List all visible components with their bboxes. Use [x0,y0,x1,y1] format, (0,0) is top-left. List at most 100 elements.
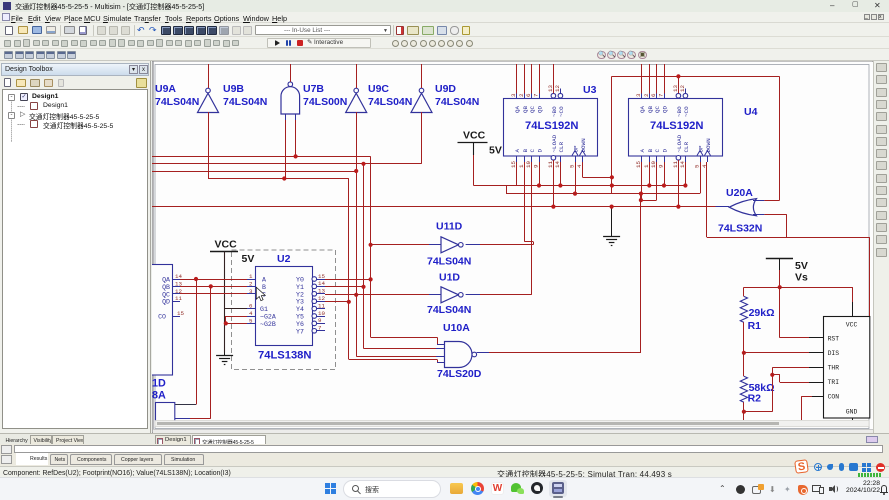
svg-text:U4: U4 [744,106,758,118]
svg-text:D: D [537,149,544,153]
svg-text:2: 2 [249,280,253,287]
svg-text:Vs: Vs [795,272,808,284]
svg-text:U9D: U9D [435,83,456,95]
svg-text:74LS04N: 74LS04N [155,96,199,108]
svg-text:2: 2 [643,93,650,97]
svg-text:9: 9 [658,164,665,168]
svg-text:1D: 1D [152,378,166,390]
svg-text:GND: GND [846,409,858,416]
svg-text:Y3: Y3 [296,299,304,306]
svg-text:A: A [514,149,521,153]
svg-text:B: B [522,149,529,153]
svg-text:QB: QB [162,284,170,291]
svg-text:13: 13 [547,85,554,92]
svg-text:DIS: DIS [828,350,840,357]
svg-text:7: 7 [658,93,665,97]
svg-text:QB: QB [647,105,654,113]
svg-text:~LOAD: ~LOAD [676,134,683,152]
svg-text:4: 4 [249,310,253,317]
svg-text:11: 11 [175,295,182,302]
svg-text:Y2: Y2 [296,291,304,298]
svg-text:12: 12 [554,85,561,92]
svg-text:QA: QA [162,277,170,284]
svg-text:CO: CO [158,314,166,321]
svg-text:74LS04N: 74LS04N [427,304,471,316]
svg-text:A: A [639,149,646,153]
svg-text:74LS20D: 74LS20D [437,368,482,380]
svg-text:11: 11 [547,161,554,168]
svg-text:4: 4 [576,164,583,168]
svg-text:U10A: U10A [443,322,470,334]
svg-text:QD: QD [162,299,170,306]
svg-text:QD: QD [537,105,544,113]
svg-text:~CO: ~CO [683,106,690,117]
svg-text:QC: QC [654,105,661,113]
svg-text:6: 6 [525,93,532,97]
svg-text:B: B [647,149,654,153]
svg-text:3: 3 [510,93,517,97]
svg-text:5: 5 [694,164,701,168]
svg-text:U7B: U7B [303,83,324,95]
svg-text:DOWN: DOWN [580,138,587,153]
svg-text:15: 15 [318,273,325,280]
svg-text:74LS04N: 74LS04N [435,96,479,108]
svg-text:6: 6 [650,93,657,97]
svg-text:7: 7 [318,325,322,332]
svg-text:Y0: Y0 [296,277,304,284]
svg-text:R1: R1 [748,320,762,332]
svg-text:QD: QD [662,105,669,113]
svg-text:~CO: ~CO [558,106,565,117]
svg-text:~BO: ~BO [676,106,683,117]
svg-text:CON: CON [828,394,840,401]
svg-text:74LS00N: 74LS00N [303,96,347,108]
svg-text:QB: QB [522,105,529,113]
svg-text:QC: QC [529,105,536,113]
svg-text:Y4: Y4 [296,306,304,313]
svg-text:14: 14 [554,161,561,168]
svg-text:12: 12 [679,85,686,92]
svg-text:74LS192N: 74LS192N [525,120,579,132]
svg-text:9: 9 [533,164,540,168]
svg-text:C: C [529,149,536,153]
svg-text:R2: R2 [748,393,762,405]
svg-text:5V: 5V [242,253,255,265]
svg-text:VCC: VCC [846,322,858,329]
svg-text:U9A: U9A [155,83,176,95]
svg-text:THR: THR [828,364,840,371]
svg-text:QA: QA [639,105,646,113]
svg-text:C: C [654,149,661,153]
svg-text:B: B [262,284,266,291]
svg-text:U11D: U11D [436,221,463,233]
svg-text:14: 14 [679,161,686,168]
svg-text:3: 3 [249,288,253,295]
svg-text:10: 10 [650,161,657,168]
svg-text:DOWN: DOWN [705,138,712,153]
svg-text:U20A: U20A [726,187,753,199]
svg-text:1: 1 [643,164,650,168]
svg-text:29kΩ: 29kΩ [749,307,775,319]
svg-text:10: 10 [318,310,325,317]
svg-text:VCC: VCC [215,239,238,251]
svg-text:1: 1 [249,273,253,280]
svg-text:5: 5 [569,164,576,168]
svg-text:D: D [662,149,669,153]
svg-text:12: 12 [318,295,325,302]
svg-text:74LS192N: 74LS192N [650,120,704,132]
svg-text:QC: QC [162,291,170,298]
svg-text:15: 15 [635,161,642,168]
svg-text:11: 11 [318,302,325,309]
svg-text:7: 7 [533,93,540,97]
svg-text:74LS04N: 74LS04N [223,96,267,108]
svg-text:74LS138N: 74LS138N [258,350,312,362]
svg-text:Y6: Y6 [296,321,304,328]
svg-text:U1D: U1D [439,272,460,284]
svg-text:74LS04N: 74LS04N [427,256,471,268]
svg-text:Y5: Y5 [296,314,304,321]
svg-text:~BO: ~BO [551,106,558,117]
svg-text:1: 1 [518,164,525,168]
svg-text:5V: 5V [489,145,502,157]
svg-text:Y1: Y1 [296,284,304,291]
svg-text:U3: U3 [583,84,597,96]
svg-text:15: 15 [510,161,517,168]
svg-text:5V: 5V [795,260,808,272]
